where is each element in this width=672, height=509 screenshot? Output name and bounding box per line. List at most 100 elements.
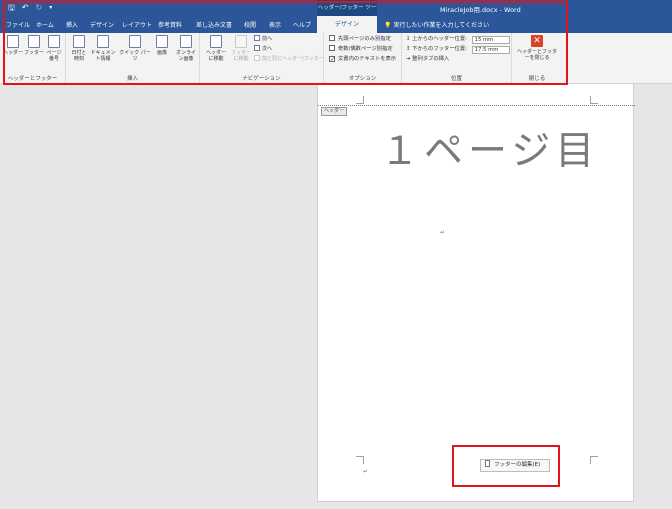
group-header-footer: ヘッダー フッター ページ番号 ヘッダーとフッター [0, 33, 66, 84]
document-info-icon [97, 35, 109, 48]
edit-footer-button[interactable]: フッターの編集(E) [480, 459, 550, 472]
document-title: MiracleJob用.docx - Word [440, 6, 521, 14]
header-icon [7, 35, 19, 48]
ribbon: ヘッダー フッター ページ番号 ヘッダーとフッター 日付と時刻 ドキュメント情報 [0, 33, 672, 84]
header-position-icon: ↧ [406, 36, 411, 42]
footer-position-input[interactable]: 17.5 mm [471, 46, 510, 54]
close-header-footer-button[interactable]: ✕ ヘッダーとフッターを閉じる [515, 35, 559, 61]
insert-alignment-tab-label: 整列タブの挿入 [412, 56, 450, 62]
paragraph-mark-icon: ↵ [440, 229, 446, 236]
goto-header-button[interactable]: ヘッダーに移動 [204, 35, 228, 62]
checkbox-checked-icon: ✓ [329, 56, 336, 63]
header-position-label: 上からのヘッダー位置: [412, 36, 467, 42]
quick-access-toolbar: 🖫 ↶ ↻ ▾ [8, 3, 52, 12]
tab-header-footer-design[interactable]: デザイン [317, 16, 377, 33]
next-label: 次へ [262, 46, 273, 52]
quick-parts-label: クイック パーツ [119, 50, 151, 62]
tell-me-box[interactable]: 💡 実行したい作業を入力してください [384, 20, 489, 29]
undo-icon[interactable]: ↶ [22, 3, 29, 12]
group-close: ✕ ヘッダーとフッターを閉じる 閉じる [512, 33, 562, 84]
show-document-text-label: 文書内のテキストを表示 [338, 56, 397, 62]
group-options: 先頭ページのみ別指定 奇数/偶数ページ別指定 ✓ 文書内のテキストを表示 オプショ… [324, 33, 402, 84]
next-icon [254, 45, 260, 51]
lightbulb-icon: 💡 [384, 22, 392, 29]
group-position: ↧ 上からのヘッダー位置: 15 mm ↥ 下からのフッター位置: 17.5 m… [402, 33, 512, 84]
margin-corner-bottom-left [356, 456, 364, 464]
header-tag: ヘッダー [321, 107, 348, 116]
goto-footer-button[interactable]: フッターに移動 [229, 35, 253, 62]
quick-parts-button[interactable]: クイック パーツ [118, 35, 152, 62]
page-number-button-label: ページ番号 [46, 50, 62, 62]
edit-footer-label: フッターの編集(E) [494, 462, 541, 468]
checkbox-unchecked-icon [329, 45, 335, 51]
page-number-icon [48, 35, 60, 48]
footer-button[interactable]: フッター [24, 35, 44, 56]
date-time-button[interactable]: 日付と時刻 [70, 35, 88, 62]
group-label-position: 位置 [450, 76, 462, 82]
show-document-text-checkbox[interactable]: ✓ 文書内のテキストを表示 [329, 55, 396, 64]
picture-icon [156, 35, 168, 48]
first-page-different-label: 先頭ページのみ別指定 [338, 36, 391, 42]
goto-header-icon [210, 35, 222, 48]
tab-home[interactable]: ホーム [36, 20, 54, 29]
context-tools-title: ヘッダー/フッター ツール [317, 0, 377, 27]
header-position-row: ↧ 上からのヘッダー位置: 15 mm [406, 35, 510, 44]
document-page[interactable]: ヘッダー １ページ目 ↵ ↵ ↵ フッターの編集(E) [317, 84, 635, 502]
close-header-footer-label: ヘッダーとフッターを閉じる [516, 49, 557, 61]
tab-references[interactable]: 参考資料 [158, 20, 182, 29]
previous-button[interactable]: 前へ [254, 35, 272, 43]
checkbox-unchecked-icon [329, 35, 335, 41]
document-info-button[interactable]: ドキュメント情報 [90, 35, 116, 62]
header-separator [318, 105, 635, 106]
goto-footer-label: フッターに移動 [230, 50, 251, 62]
tab-insert[interactable]: 挿入 [66, 20, 78, 29]
previous-label: 前へ [262, 36, 273, 42]
odd-even-different-label: 奇数/偶数ページ別指定 [338, 46, 393, 52]
close-icon: ✕ [531, 35, 543, 47]
calendar-icon [73, 35, 85, 48]
pictures-label: 画像 [156, 50, 167, 56]
paragraph-mark-icon: ↵ [363, 468, 369, 475]
save-icon[interactable]: 🖫 [8, 3, 15, 12]
odd-even-different-checkbox[interactable]: 奇数/偶数ページ別指定 [329, 45, 393, 54]
page-number-button[interactable]: ページ番号 [45, 35, 63, 62]
redo-icon[interactable]: ↻ [36, 3, 43, 12]
margin-corner-top-right [590, 96, 598, 104]
online-pictures-button[interactable]: オンライン画像 [174, 35, 198, 62]
goto-header-label: ヘッダーに移動 [205, 50, 226, 62]
document-icon [485, 460, 490, 467]
tell-me-text: 実行したい作業を入力してください [393, 22, 490, 29]
insert-alignment-tab-button[interactable]: ⇥ 整列タブの挿入 [406, 55, 449, 64]
header-button-label: ヘッダー [3, 50, 24, 56]
header-position-input[interactable]: 15 mm [471, 36, 510, 44]
tab-mailings[interactable]: 差し込み文書 [196, 20, 232, 29]
link-to-previous-button[interactable]: 前と同じヘッダー/フッター [254, 55, 324, 63]
quick-parts-icon [129, 35, 141, 48]
group-insert: 日付と時刻 ドキュメント情報 クイック パーツ 画像 オンライン画像 挿入 [66, 33, 200, 84]
tab-view[interactable]: 表示 [269, 20, 281, 29]
group-navigation: ヘッダーに移動 フッターに移動 前へ 次へ 前と同じヘッダー/フッター ナビゲー… [200, 33, 324, 84]
footer-position-label: 下からのフッター位置: [412, 46, 467, 52]
tab-help[interactable]: ヘルプ [293, 20, 311, 29]
first-page-different-checkbox[interactable]: 先頭ページのみ別指定 [329, 35, 391, 44]
link-icon [254, 55, 260, 61]
document-info-label: ドキュメント情報 [90, 50, 116, 62]
tab-file[interactable]: ファイル [6, 20, 30, 29]
footer-position-row: ↥ 下からのフッター位置: 17.5 mm [406, 45, 510, 54]
customize-qat-icon[interactable]: ▾ [49, 3, 52, 12]
tab-layout[interactable]: レイアウト [122, 20, 152, 29]
footer-position-icon: ↥ [406, 46, 411, 52]
pictures-button[interactable]: 画像 [156, 35, 168, 56]
group-label-close: 閉じる [528, 76, 546, 82]
paragraph-mark-icon: ↵ [584, 152, 590, 159]
tab-design[interactable]: デザイン [90, 20, 114, 29]
header-button[interactable]: ヘッダー [3, 35, 23, 56]
title-bar: 🖫 ↶ ↻ ▾ ヘッダー/フッター ツール MiracleJob用.docx -… [0, 0, 672, 27]
page-heading[interactable]: １ページ目 [380, 120, 599, 176]
margin-corner-bottom-right [590, 456, 598, 464]
online-picture-icon [180, 35, 192, 48]
group-label-header-footer: ヘッダーとフッター [7, 76, 58, 82]
next-button[interactable]: 次へ [254, 45, 272, 53]
group-label-insert: 挿入 [126, 76, 138, 82]
tab-review[interactable]: 校閲 [244, 20, 256, 29]
